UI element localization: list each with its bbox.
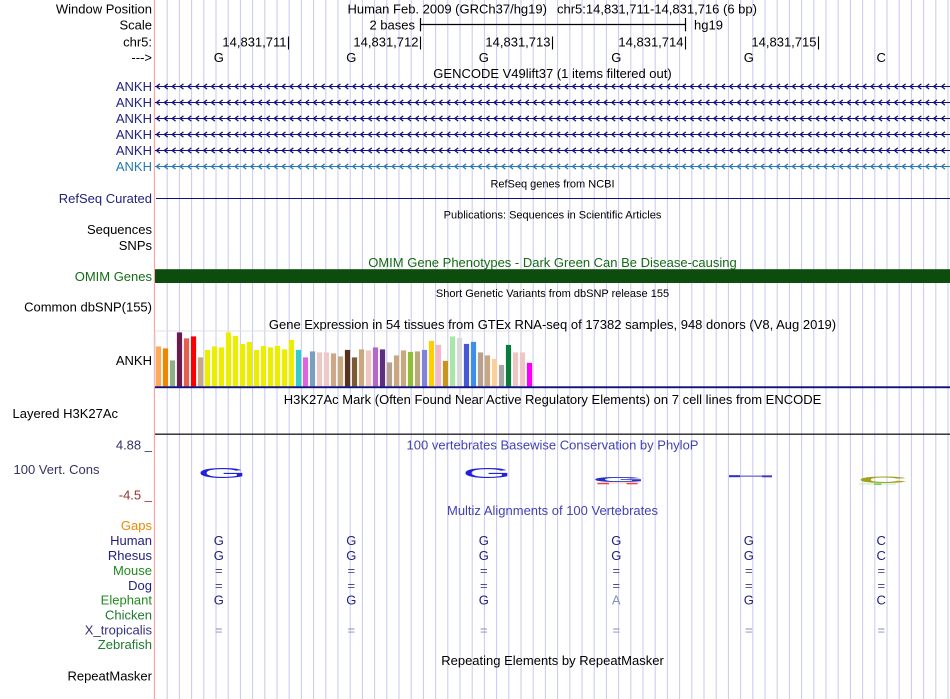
svg-text:ANKH: ANKH (116, 127, 152, 142)
svg-text:14,831,712: 14,831,712 (353, 35, 418, 50)
svg-text:Common dbSNP(155): Common dbSNP(155) (24, 300, 152, 315)
svg-text:2 bases: 2 bases (369, 18, 415, 33)
svg-text:SNPs: SNPs (119, 238, 153, 253)
svg-text:C: C (877, 593, 886, 608)
svg-text:RepeatMasker: RepeatMasker (67, 669, 152, 684)
svg-text:Chicken: Chicken (105, 607, 152, 622)
svg-text:--->: ---> (131, 50, 152, 65)
svg-text:4.88 _: 4.88 _ (116, 438, 153, 453)
svg-text:ANKH: ANKH (116, 353, 152, 368)
svg-text:100 vertebrates Basewise Conse: 100 vertebrates Basewise Conservation by… (407, 438, 699, 453)
svg-text:chr5:: chr5: (123, 35, 152, 50)
svg-text:G: G (214, 548, 224, 563)
svg-text:G: G (346, 50, 356, 65)
svg-text:100 Vert. Cons: 100 Vert. Cons (14, 462, 100, 477)
svg-text:G: G (593, 475, 646, 483)
svg-text:G: G (197, 465, 247, 482)
svg-text:G: G (479, 533, 489, 548)
svg-text:=: = (612, 622, 620, 637)
svg-text:G: G (744, 533, 754, 548)
svg-text:G: G (479, 593, 489, 608)
svg-text:G: G (744, 548, 754, 563)
svg-text:OMIM Genes: OMIM Genes (75, 269, 153, 284)
svg-text:G: G (479, 548, 489, 563)
svg-text:G: G (611, 50, 621, 65)
svg-text:Window Position: Window Position (56, 2, 152, 17)
svg-text:G: G (214, 50, 224, 65)
svg-text:-4.5 _: -4.5 _ (119, 488, 153, 503)
svg-text:Gaps: Gaps (121, 518, 153, 533)
svg-text:=: = (215, 563, 223, 578)
svg-text:14,831,715: 14,831,715 (751, 35, 816, 50)
svg-text:Elephant: Elephant (101, 593, 153, 608)
svg-text:ANKH: ANKH (116, 95, 152, 110)
svg-text:Zebrafish: Zebrafish (98, 637, 152, 652)
svg-text:hg19: hg19 (694, 18, 723, 33)
svg-text:G: G (346, 533, 356, 548)
svg-text:Rhesus: Rhesus (108, 548, 153, 563)
svg-text:ANKH: ANKH (116, 79, 152, 94)
svg-text:Dog: Dog (128, 578, 152, 593)
svg-text:H3K27Ac Mark (Often Found Near: H3K27Ac Mark (Often Found Near Active Re… (284, 392, 822, 407)
svg-text:=: = (480, 563, 488, 578)
svg-text:=: = (215, 578, 223, 593)
svg-text:=: = (745, 578, 753, 593)
svg-text:ANKH: ANKH (116, 159, 152, 174)
svg-text:Sequences: Sequences (87, 222, 153, 237)
svg-text:=: = (877, 563, 885, 578)
svg-text:Publications: Sequences in Sci: Publications: Sequences in Scientific Ar… (444, 210, 662, 222)
svg-text:Multiz Alignments of 100 Verte: Multiz Alignments of 100 Vertebrates (447, 503, 659, 518)
svg-text:Short Genetic Variants from db: Short Genetic Variants from dbSNP releas… (436, 288, 669, 300)
svg-text:Mouse: Mouse (113, 563, 152, 578)
svg-text:=: = (347, 578, 355, 593)
svg-text:G: G (346, 593, 356, 608)
svg-text:Scale: Scale (119, 18, 152, 33)
svg-text:OMIM Gene Phenotypes - Dark Gr: OMIM Gene Phenotypes - Dark Green Can Be… (368, 255, 737, 270)
svg-text:ANKH: ANKH (116, 143, 152, 158)
svg-text:GENCODE V49lift37 (1 items fil: GENCODE V49lift37 (1 items filtered out) (433, 66, 671, 81)
svg-text:G: G (479, 50, 489, 65)
svg-text:=: = (745, 563, 753, 578)
svg-text:=: = (347, 622, 355, 637)
svg-text:X_tropicalis: X_tropicalis (85, 622, 153, 637)
svg-text:=: = (612, 563, 620, 578)
svg-text:Human Feb. 2009 (GRCh37/hg19): Human Feb. 2009 (GRCh37/hg19) (348, 2, 547, 17)
svg-text:G: G (462, 465, 512, 482)
svg-text:G: G (744, 593, 754, 608)
svg-text:RefSeq Curated: RefSeq Curated (59, 191, 152, 206)
svg-text:G: G (611, 533, 621, 548)
svg-text:Gene Expression in 54 tissues: Gene Expression in 54 tissues from GTEx … (269, 317, 836, 332)
svg-text:G: G (214, 533, 224, 548)
svg-text:chr5:14,831,711-14,831,716 (6: chr5:14,831,711-14,831,716 (6 bp) (557, 2, 757, 17)
svg-text:ANKH: ANKH (116, 111, 152, 126)
svg-text:=: = (877, 622, 885, 637)
svg-text:=: = (480, 578, 488, 593)
svg-text:Human: Human (110, 533, 152, 548)
svg-text:G: G (744, 50, 754, 65)
svg-text:14,831,711: 14,831,711 (222, 35, 286, 50)
svg-text:=: = (347, 563, 355, 578)
svg-text:C: C (877, 548, 886, 563)
svg-text:C: C (877, 50, 886, 65)
svg-text:G: G (346, 548, 356, 563)
svg-text:=: = (612, 578, 620, 593)
svg-text:14,831,714: 14,831,714 (618, 35, 683, 50)
svg-text:G: G (214, 593, 224, 608)
svg-text:G: G (611, 548, 621, 563)
svg-text:C: C (877, 533, 886, 548)
svg-text:Repeating Elements by RepeatMa: Repeating Elements by RepeatMasker (441, 653, 664, 668)
svg-text:14,831,713: 14,831,713 (485, 35, 550, 50)
svg-text:A: A (612, 593, 621, 608)
svg-text:Layered H3K27Ac: Layered H3K27Ac (13, 406, 119, 421)
svg-text:RefSeq genes from NCBI: RefSeq genes from NCBI (490, 179, 614, 191)
svg-text:=: = (745, 622, 753, 637)
svg-text:=: = (480, 622, 488, 637)
svg-text:=: = (215, 622, 223, 637)
svg-text:=: = (877, 578, 885, 593)
